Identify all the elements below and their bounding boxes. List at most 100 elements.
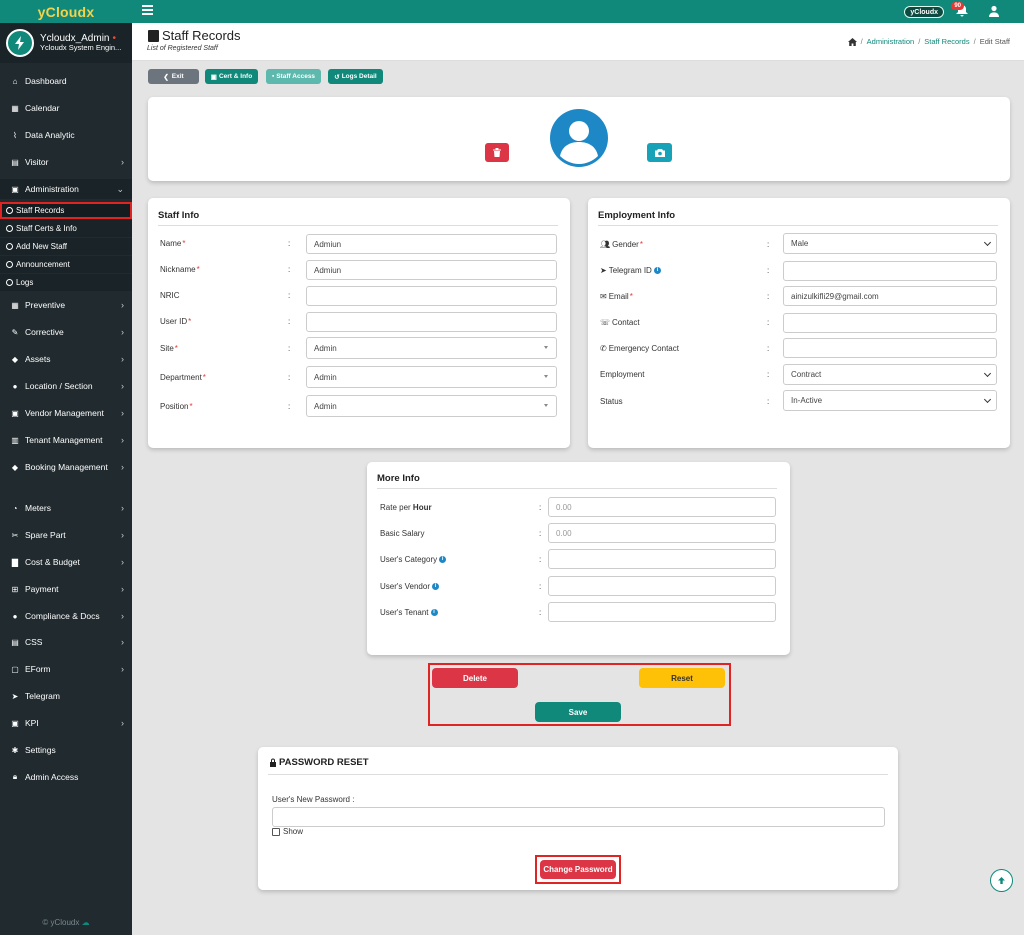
id-card-icon: ▤ [11,157,19,167]
exit-button[interactable]: ❮ Exit [148,69,199,84]
telegram-id-label: Telegram ID [608,266,652,275]
user-badge-icon: ▣ [11,184,19,194]
telegram-icon: ➤ [600,266,607,275]
logs-detail-button[interactable]: ↺ Logs Detail [328,69,383,84]
circle-outline-icon [6,243,13,250]
delete-photo-button[interactable] [485,143,509,162]
brand-logo[interactable]: yCloudx [0,0,132,23]
sidebar-item-data-analytic[interactable]: ⌇ Data Analytic [0,125,132,145]
sidebar-item-eform[interactable]: ▢ EForm › [0,659,132,679]
upload-photo-button[interactable] [647,143,672,162]
sidebar-item-settings[interactable]: ✱ Settings [0,740,132,760]
sidebar-item-booking-management[interactable]: ◆ Booking Management › [0,457,132,477]
gender-select[interactable]: Male [783,233,997,254]
emergency-contact-input[interactable] [783,338,997,358]
chevron-right-icon: › [121,354,124,364]
sidebar-subitem-add-new-staff[interactable]: Add New Staff [0,238,132,255]
staff-info-card: Staff Info Name * : Admiun Nickname * : Ad… [148,198,570,448]
sidebar-item-css[interactable]: ▤ CSS › [0,632,132,652]
sidebar-subitem-staff-records[interactable]: Staff Records [0,202,132,219]
sidebar-item-cost-budget[interactable]: ▇ Cost & Budget › [0,552,132,572]
circle-outline-icon [6,279,13,286]
sidebar-item-visitor[interactable]: ▤ Visitor › [0,152,132,172]
circle-outline-icon [6,207,13,214]
name-input[interactable]: Admiun [306,234,557,254]
staff-access-button[interactable]: ▪ Staff Access [266,69,321,84]
hamburger-menu-icon[interactable] [142,5,153,15]
topbar: yCloudx 90 [132,0,1024,23]
lock-icon: ▪ [271,73,275,80]
sidebar-item-corrective[interactable]: ✎ Corrective › [0,322,132,342]
status-label: Status [600,397,623,406]
sidebar-subitem-staff-certs[interactable]: Staff Certs & Info [0,220,132,237]
sidebar-item-dashboard[interactable]: ⌂ Dashboard [0,71,132,91]
chart-line-icon: ⌇ [13,130,17,140]
sidebar-item-kpi[interactable]: ▣ KPI › [0,713,132,733]
nric-label: NRIC [160,291,180,300]
department-select[interactable]: Admin [306,366,557,388]
info-icon[interactable]: i [653,267,661,274]
change-password-button[interactable]: Change Password [540,860,616,879]
circle-icon: ● [12,611,18,621]
sidebar-item-tenant-management[interactable]: ▥ Tenant Management › [0,430,132,450]
user-tenant-input[interactable] [548,602,776,622]
scroll-to-top-button[interactable] [990,869,1013,892]
employment-select[interactable]: Contract [783,364,997,385]
rate-per-hour-input[interactable]: 0.00 [548,497,776,517]
info-icon[interactable]: i [430,609,438,616]
user-vendor-label: User's Vendor [380,582,430,591]
user-vendor-input[interactable] [548,576,776,596]
more-info-title: More Info [377,473,420,484]
telegram-id-input[interactable] [783,261,997,281]
sidebar-item-payment[interactable]: ⊞ Payment › [0,579,132,599]
show-password-checkbox[interactable] [272,828,280,836]
sidebar-item-preventive[interactable]: ▦ Preventive › [0,295,132,315]
info-icon[interactable]: i [432,583,439,590]
breadcrumb-staff-records[interactable]: Staff Records [924,37,969,46]
lock-icon: 🔒︎ [12,772,18,781]
users-icon: 👥︎ [600,240,611,249]
new-password-input[interactable] [272,807,885,827]
basic-salary-input[interactable]: 0.00 [548,523,776,543]
delete-button[interactable]: Delete [432,668,518,688]
history-icon: ↺ [334,73,340,81]
nickname-input[interactable]: Admiun [306,260,557,280]
site-select[interactable]: Admin [306,337,557,359]
sidebar-item-vendor-management[interactable]: ▣ Vendor Management › [0,403,132,423]
chevron-right-icon: › [121,157,124,167]
status-select[interactable]: In-Active [783,390,997,411]
user-panel[interactable]: Ycloudx_Admin • Ycloudx System Engin... [0,23,132,63]
lock-icon [270,758,276,767]
sidebar-item-assets[interactable]: ◆ Assets › [0,349,132,369]
nric-input[interactable] [306,286,557,306]
user-id-input[interactable] [306,312,557,332]
contact-input[interactable] [783,313,997,333]
top-brand-pill[interactable]: yCloudx [904,6,944,18]
user-icon[interactable] [988,5,1000,17]
home-icon[interactable] [847,37,857,46]
sidebar-item-meters[interactable]: ◔ Meters › [0,498,132,518]
sidebar-item-admin-access[interactable]: 🔒︎ Admin Access [0,767,132,787]
chevron-left-icon: ❮ [163,73,169,81]
sidebar-item-telegram[interactable]: ➤ Telegram [0,686,132,706]
sidebar-item-administration[interactable]: ▣ Administration ⌄ [0,179,132,199]
info-icon[interactable]: i [439,556,447,563]
emergency-contact-label: Emergency Contact [608,344,679,353]
contact-label: Contact [612,318,640,327]
gender-label: Gender [612,240,639,249]
employment-label: Employment [600,370,645,379]
sidebar-item-calendar[interactable]: ▦ Calendar [0,98,132,118]
email-input[interactable]: ainizulkifli29@gmail.com [783,286,997,306]
cert-info-button[interactable]: ▣ Cert & Info [205,69,258,84]
position-select[interactable]: Admin [306,395,557,417]
sidebar-item-compliance-docs[interactable]: ● Compliance & Docs › [0,606,132,626]
sidebar-subitem-logs[interactable]: Logs [0,274,132,291]
sidebar-item-spare-part[interactable]: ✂ Spare Part › [0,525,132,545]
calendar-icon: ▦ [11,103,19,113]
save-button[interactable]: Save [535,702,621,722]
sidebar-subitem-announcement[interactable]: Announcement [0,256,132,273]
breadcrumb-administration[interactable]: Administration [867,37,915,46]
reset-button[interactable]: Reset [639,668,725,688]
sidebar-item-location[interactable]: ● Location / Section › [0,376,132,396]
user-category-input[interactable] [548,549,776,569]
